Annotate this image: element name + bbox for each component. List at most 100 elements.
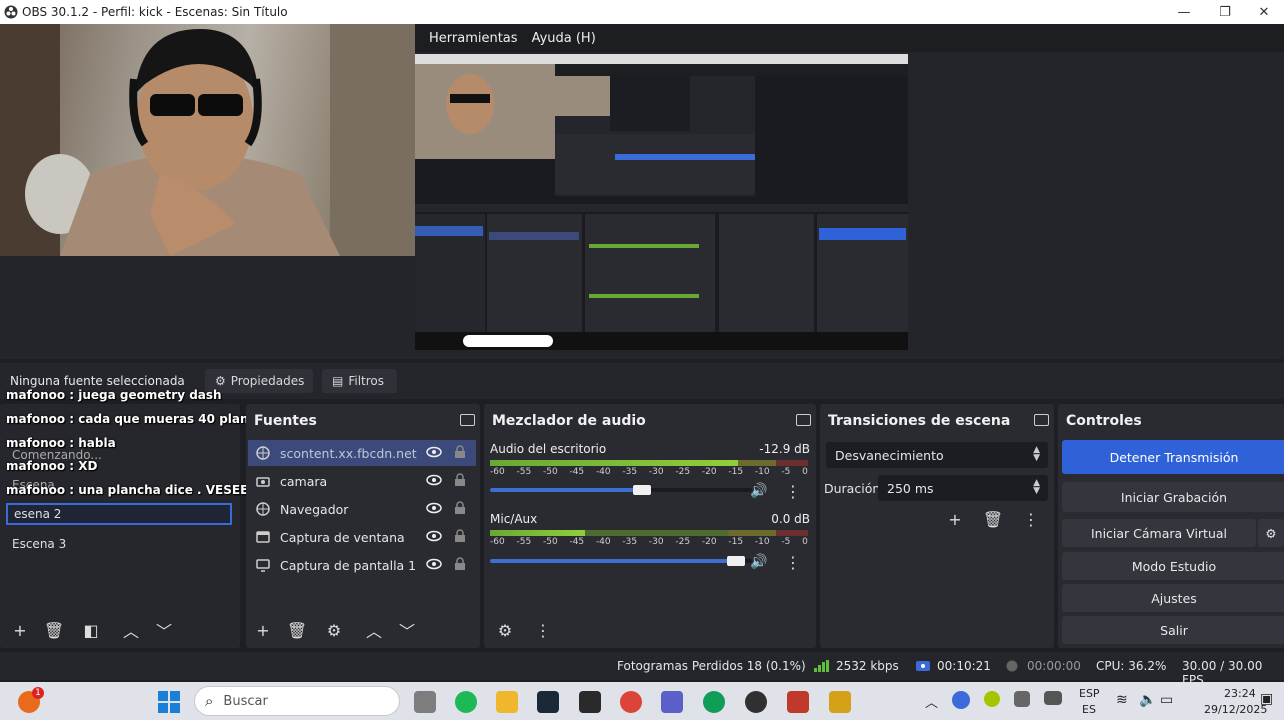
browser-icon <box>256 502 270 516</box>
chevron-down-icon[interactable]: ﹀ <box>396 619 418 641</box>
meter-tick: -55 <box>516 467 532 477</box>
volume-slider-handle[interactable] <box>632 485 651 495</box>
tray-icon[interactable] <box>952 691 970 709</box>
notification-icon[interactable]: ▣ <box>1260 691 1273 707</box>
more-options-icon[interactable]: ⋮ <box>782 480 804 502</box>
battery-icon[interactable]: ▭ <box>1160 692 1173 708</box>
gear-icon[interactable]: ⚙ <box>1258 519 1284 547</box>
volume-icon[interactable]: 🔈 <box>1139 692 1156 708</box>
gear-icon[interactable]: ⚙ <box>323 619 345 641</box>
wifi-icon[interactable]: ≋ <box>1116 692 1128 708</box>
clock-date[interactable]: 29/12/2025 <box>1204 703 1267 716</box>
menu-bar: Herramientas Ayuda (H) <box>415 24 1284 52</box>
eye-icon[interactable] <box>426 558 442 570</box>
undock-icon[interactable] <box>460 414 475 426</box>
tray-icon[interactable] <box>1014 691 1030 707</box>
studio-mode-button[interactable]: Modo Estudio <box>1062 552 1284 580</box>
minimize-button[interactable]: — <box>1164 0 1204 24</box>
meter-tick: -15 <box>728 537 744 547</box>
spin-arrows-icon[interactable]: ▲ ▼ <box>1033 479 1040 496</box>
add-source-button[interactable]: + <box>252 619 274 641</box>
undock-icon[interactable] <box>1034 414 1049 426</box>
source-item[interactable]: scontent.xx.fbcdn.net <box>248 440 476 466</box>
scene-item[interactable]: Escena 3 <box>6 533 232 555</box>
duration-field[interactable]: 250 ms ▲ ▼ <box>878 475 1048 501</box>
epic-games-icon[interactable] <box>579 691 601 713</box>
meter-level <box>490 460 739 466</box>
add-scene-button[interactable]: + <box>9 619 31 641</box>
teams-icon[interactable] <box>661 691 683 713</box>
stop-stream-button[interactable]: Detener Transmisión <box>1062 440 1284 474</box>
volume-slider-handle[interactable] <box>727 556 746 566</box>
search-placeholder: Buscar <box>223 693 268 709</box>
lock-icon[interactable] <box>454 529 466 543</box>
lock-icon[interactable] <box>454 445 466 459</box>
steam-icon[interactable] <box>537 691 559 713</box>
no-source-label: Ninguna fuente seleccionada <box>10 374 185 388</box>
undock-icon[interactable] <box>796 414 811 426</box>
settings-button[interactable]: Ajustes <box>1062 584 1284 612</box>
chevron-up-icon[interactable]: ︿ <box>120 619 142 641</box>
chevron-up-icon[interactable]: ︿ <box>925 692 938 711</box>
clock-time[interactable]: 23:24 <box>1224 687 1256 700</box>
trash-icon[interactable]: 🗑 <box>286 619 308 641</box>
meter-tick: -20 <box>701 537 717 547</box>
lock-icon[interactable] <box>454 501 466 515</box>
game-icon[interactable] <box>787 691 809 713</box>
volume-meter <box>490 460 808 466</box>
obs-icon[interactable] <box>745 691 767 713</box>
task-view-icon[interactable] <box>414 691 436 713</box>
tray-icon[interactable] <box>984 691 1000 707</box>
source-item[interactable]: Captura de ventana <box>248 524 476 550</box>
file-explorer-icon[interactable] <box>496 691 518 713</box>
windows-start-icon[interactable] <box>158 691 180 713</box>
language-bottom[interactable]: ES <box>1082 703 1096 716</box>
keyboard-icon[interactable] <box>1044 691 1062 705</box>
app-icon[interactable] <box>829 691 851 713</box>
duration-label: Duración <box>824 481 881 496</box>
eye-icon[interactable] <box>426 530 442 542</box>
preview-canvas[interactable]: Herramientas Ayuda (H) <box>0 24 1284 359</box>
status-bar: Fotogramas Perdidos 18 (0.1%) 2532 kbps … <box>0 652 1284 687</box>
record-icon <box>1006 660 1018 672</box>
eye-icon[interactable] <box>426 446 442 458</box>
advanced-audio-icon[interactable]: ⚙ <box>494 619 516 641</box>
exit-button[interactable]: Salir <box>1062 616 1284 644</box>
trash-icon[interactable]: 🗑 <box>43 619 65 641</box>
lock-icon[interactable] <box>454 557 466 571</box>
volume-slider-fill <box>490 488 642 492</box>
transitions-title: Transiciones de escena <box>828 413 1011 429</box>
more-options-icon[interactable]: ⋮ <box>1020 508 1042 530</box>
source-item[interactable]: camara <box>248 468 476 494</box>
start-recording-button[interactable]: Iniciar Grabación <box>1062 482 1284 512</box>
virtual-camera-button[interactable]: Iniciar Cámara Virtual <box>1062 519 1256 547</box>
close-button[interactable]: ✕ <box>1244 0 1284 24</box>
filters-button[interactable]: ▤ Filtros <box>322 369 397 393</box>
scene-filter-icon[interactable]: ◧ <box>80 619 102 641</box>
menu-help[interactable]: Ayuda (H) <box>532 31 596 46</box>
add-transition-button[interactable]: + <box>944 508 966 530</box>
audio-mixer-dock: Mezclador de audio Audio del escritorio … <box>484 404 816 648</box>
source-item[interactable]: Captura de pantalla 1 <box>248 552 476 578</box>
bitrate: 2532 kbps <box>836 659 899 673</box>
speaker-icon[interactable]: 🔊 <box>748 551 770 573</box>
source-item[interactable]: Navegador <box>248 496 476 522</box>
language-top[interactable]: ESP <box>1079 687 1100 700</box>
more-options-icon[interactable]: ⋮ <box>532 619 554 641</box>
transition-select[interactable]: Desvanecimiento ▲ ▼ <box>826 442 1048 468</box>
chrome-icon[interactable] <box>620 691 642 713</box>
more-options-icon[interactable]: ⋮ <box>782 551 804 573</box>
eye-icon[interactable] <box>426 474 442 486</box>
lock-icon[interactable] <box>454 473 466 487</box>
menu-tools[interactable]: Herramientas <box>429 31 518 46</box>
eye-icon[interactable] <box>426 502 442 514</box>
maximize-button[interactable]: ❐ <box>1205 0 1245 24</box>
spotify-icon[interactable] <box>455 691 477 713</box>
trash-icon[interactable]: 🗑 <box>982 508 1004 530</box>
chrome-profile-icon[interactable] <box>703 691 725 713</box>
chevron-down-icon[interactable]: ﹀ <box>153 619 175 641</box>
chevron-up-icon[interactable]: ︿ <box>363 619 385 641</box>
scene-item-selected[interactable]: esena 2 <box>6 503 232 525</box>
speaker-icon[interactable]: 🔊 <box>748 480 770 502</box>
taskbar-search[interactable]: ⌕ Buscar <box>194 686 400 716</box>
